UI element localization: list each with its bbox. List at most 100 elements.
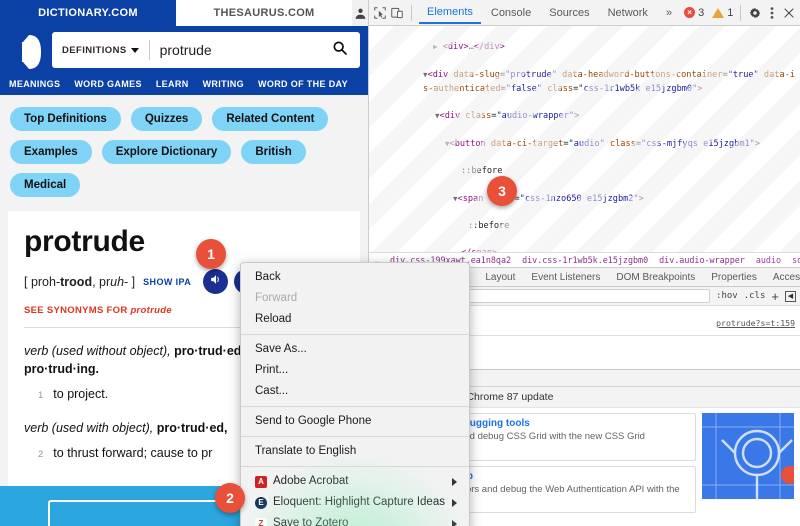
tab-dom-breakpoints[interactable]: DOM Breakpoints <box>609 269 702 286</box>
browser-context-menu[interactable]: Back Forward Reload Save As... Print... … <box>240 262 470 526</box>
definition-text-2: to thrust forward; cause to pr <box>53 446 213 461</box>
nav-item-learn[interactable]: LEARN <box>156 79 189 89</box>
context-menu-item-back[interactable]: Back <box>241 267 469 288</box>
dom-line[interactable]: ▼<div data-slug="protrude" data-headword… <box>373 68 796 96</box>
context-menu-item-reload[interactable]: Reload <box>241 309 469 330</box>
context-menu-item-send-to-google-phone[interactable]: Send to Google Phone <box>241 411 469 432</box>
tab-properties[interactable]: Properties <box>704 269 764 286</box>
cls-button[interactable]: .cls <box>744 291 766 301</box>
submenu-arrow-icon <box>452 498 457 507</box>
context-menu-item-cast[interactable]: Cast... <box>241 381 469 402</box>
show-ipa-button[interactable]: SHOW IPA <box>143 277 191 287</box>
account-button[interactable] <box>352 0 368 26</box>
toolbar-separator <box>411 4 413 21</box>
tab-event-listeners[interactable]: Event Listeners <box>524 269 607 286</box>
dom-line[interactable]: ::before <box>373 220 796 233</box>
synonyms-word: protrude <box>130 305 172 316</box>
pill-explore-dictionary[interactable]: Explore Dictionary <box>101 140 232 164</box>
dom-tree: ▶ <div>…</div> ▼<div data-slug="protrude… <box>369 26 800 252</box>
panel-toggle-icon[interactable]: ◀ <box>785 290 796 302</box>
dom-line[interactable]: ▼<div class="audio-wrapper"> <box>373 109 796 123</box>
tab-sources[interactable]: Sources <box>541 2 597 23</box>
dom-line[interactable]: </span> <box>373 247 796 253</box>
main-nav: MEANINGS WORD GAMES LEARN WRITING WORD O… <box>0 72 368 95</box>
context-menu-item-eloquent-highlight[interactable]: E Eloquent: Highlight Capture Ideas <box>241 492 469 513</box>
nav-item-writing[interactable]: WRITING <box>203 79 244 89</box>
nav-item-word-games[interactable]: WORD GAMES <box>74 79 142 89</box>
definition-number-2: 2 <box>38 449 44 461</box>
zotero-icon: Z <box>255 517 267 526</box>
cursor-select-icon[interactable] <box>373 3 388 23</box>
site-tab-bar: DICTIONARY.COM THESAURUS.COM <box>0 0 368 26</box>
breadcrumb-item-2[interactable]: div.audio-wrapper <box>659 255 745 265</box>
pos2-inflection-1: pro·trud·ed, <box>156 421 228 436</box>
dom-line[interactable]: ▼<button data-ci-target="audio" class="c… <box>373 137 796 151</box>
device-toolbar-icon[interactable] <box>390 3 405 23</box>
context-menu-item-save-as[interactable]: Save As... <box>241 339 469 360</box>
nav-item-meanings[interactable]: MEANINGS <box>9 79 60 89</box>
context-menu-separator <box>241 406 469 407</box>
tab-console[interactable]: Console <box>483 2 539 23</box>
context-menu-item-adobe-acrobat[interactable]: A Adobe Acrobat <box>241 471 469 492</box>
site-tab-dictionary[interactable]: DICTIONARY.COM <box>0 0 176 26</box>
pron-mid: , pr <box>92 274 111 289</box>
definition-text-1: to project. <box>53 387 109 402</box>
search-input[interactable]: protrude <box>150 42 326 58</box>
pron-close: - ] <box>124 274 136 289</box>
audio-play-button[interactable] <box>203 269 229 294</box>
search-scope-dropdown[interactable]: DEFINITIONS <box>52 40 150 60</box>
pill-quizzes[interactable]: Quizzes <box>130 107 203 131</box>
context-menu-item-save-to-zotero[interactable]: Z Save to Zotero <box>241 513 469 526</box>
dictionary-logo-icon[interactable] <box>8 32 44 72</box>
tab-layout[interactable]: Layout <box>478 269 522 286</box>
context-menu-separator <box>241 436 469 437</box>
breadcrumb-item-1[interactable]: div.css-1r1wb5k.e15jzgbm0 <box>522 255 648 265</box>
step-badge-1: 1 <box>196 239 226 269</box>
search-bar: DEFINITIONS protrude <box>52 32 360 68</box>
dom-line[interactable]: ▶ <div>…</div> <box>373 40 796 54</box>
chevron-down-icon <box>130 47 139 53</box>
dom-line[interactable]: ▼<span class="css-1nzo650 e15jzgbm2"> <box>373 192 796 206</box>
dom-line[interactable]: ::before <box>373 165 796 178</box>
context-menu-item-forward: Forward <box>255 292 298 304</box>
pill-medical[interactable]: Medical <box>10 173 81 197</box>
step-badge-3: 3 <box>487 176 517 206</box>
pill-examples[interactable]: Examples <box>10 140 92 164</box>
search-icon[interactable] <box>326 40 360 61</box>
step-badge-2: 2 <box>215 483 245 513</box>
context-menu-item-label: Save to Zotero <box>273 517 349 526</box>
dom-tree-pane[interactable]: ▶ <div>…</div> ▼<div data-slug="protrude… <box>369 26 800 252</box>
tab-network[interactable]: Network <box>600 2 656 23</box>
tab-elements[interactable]: Elements <box>419 1 481 24</box>
site-tab-thesaurus[interactable]: THESAURUS.COM <box>176 0 352 26</box>
headword: protrude <box>24 225 145 258</box>
error-count-badge[interactable]: × 3 <box>684 7 704 19</box>
context-menu-item-label: Adobe Acrobat <box>273 475 349 487</box>
pill-top-definitions[interactable]: Top Definitions <box>10 107 121 131</box>
pos2-label: verb (used with object), <box>24 421 157 436</box>
tab-accessibility[interactable]: Accessibility <box>766 269 800 286</box>
error-icon: × <box>684 7 696 18</box>
breadcrumb-item-3[interactable]: audio <box>756 255 781 265</box>
nav-item-word-of-the-day[interactable]: WORD OF THE DAY <box>258 79 348 89</box>
kebab-menu-icon[interactable] <box>765 3 780 23</box>
warning-count-badge[interactable]: 1 <box>712 7 733 19</box>
breadcrumb-item-4[interactable]: source <box>792 255 800 265</box>
error-count-label: 3 <box>698 6 705 19</box>
tab-more-overflow[interactable]: » <box>658 2 680 23</box>
context-menu-item-translate-to-english[interactable]: Translate to English <box>241 441 469 462</box>
style-source-link[interactable]: protrude?s=t:159 <box>716 318 795 328</box>
new-style-rule-button[interactable]: + <box>771 290 779 303</box>
pos1-inflection-1: pro·trud·ed, <box>174 344 245 358</box>
context-menu-item-print[interactable]: Print... <box>241 360 469 381</box>
submenu-arrow-icon <box>452 477 457 486</box>
warning-icon <box>712 7 725 18</box>
eloquent-icon: E <box>255 496 267 509</box>
close-icon[interactable] <box>781 3 796 23</box>
hov-button[interactable]: :hov <box>716 291 738 301</box>
pill-british[interactable]: British <box>241 140 306 164</box>
gear-icon[interactable] <box>748 3 763 23</box>
context-menu-item-label: Eloquent: Highlight Capture Ideas <box>273 496 445 508</box>
pill-related-content[interactable]: Related Content <box>212 107 329 131</box>
pos1-label: verb (used without object), <box>24 344 175 358</box>
